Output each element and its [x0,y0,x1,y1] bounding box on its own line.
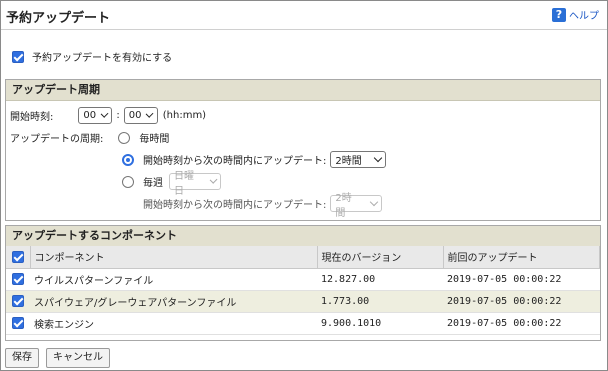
hour-select[interactable]: 00 [78,107,113,124]
components-table: コンポーネント 現在のバージョン 前回のアップデート ウイルスパターンファイル … [6,246,600,335]
weekly-label: 毎週 [143,178,163,189]
help-icon: ? [552,7,566,22]
component-last-update: 2019-07-05 00:00:22 [443,290,600,313]
chevron-down-icon [370,197,379,207]
select-all-checkbox[interactable] [11,250,24,263]
cancel-button[interactable]: キャンセル [46,348,110,368]
scheduled-update-panel: 予約アップデート ? ヘルプ 予約アップデートを有効にする アップデート周期 開… [0,0,608,371]
period-weekly-row: 毎週 日曜日 [122,171,221,197]
period-within-row: 開始時刻から次の時間内にアップデート: 2時間 [122,151,387,168]
within-hours-select[interactable]: 2時間 [330,151,387,168]
column-header-last-update[interactable]: 前回のアップデート [443,246,600,269]
component-version: 9.900.1010 [317,312,443,335]
save-button[interactable]: 保存 [5,348,39,368]
row-checkbox[interactable] [12,295,24,307]
chevron-down-icon [374,153,383,163]
component-version: 1.773.00 [317,290,443,313]
period-hourly-row: アップデートの周期: 毎時間 [10,130,169,145]
component-last-update: 2019-07-05 00:00:22 [443,268,600,291]
row-checkbox-cell [6,290,30,313]
start-time-row: 開始時刻: 00 : 00 (hh:mm) [10,107,206,124]
component-version: 12.827.00 [317,268,443,291]
minute-select[interactable]: 00 [123,107,158,124]
period-label: アップデートの周期: [10,134,104,145]
component-name: スパイウェア/グレーウェアパターンファイル [30,290,317,313]
time-colon: : [116,110,120,121]
components-header: アップデートするコンポーネント [6,226,600,247]
table-header-row: コンポーネント 現在のバージョン 前回のアップデート [6,246,600,269]
radio-within[interactable] [122,153,134,166]
table-row: ウイルスパターンファイル 12.827.00 2019-07-05 00:00:… [6,268,600,291]
hour-value: 00 [83,110,97,121]
weekly-within-label: 開始時刻から次の時間内にアップデート: [143,200,327,211]
radio-hourly[interactable] [118,131,131,144]
minute-value: 00 [128,110,142,121]
within-hours-value: 2時間 [335,156,362,167]
component-name: 検索エンジン [30,312,317,335]
row-checkbox[interactable] [12,273,24,285]
column-header-version[interactable]: 現在のバージョン [317,246,444,269]
component-name: ウイルスパターンファイル [30,268,317,291]
select-all-cell [6,246,31,269]
within-label: 開始時刻から次の時間内にアップデート: [143,156,327,167]
hourly-label: 毎時間 [139,134,170,145]
components-section: アップデートするコンポーネント コンポーネント 現在のバージョン 前回のアップデ… [5,225,601,341]
radio-weekly[interactable] [122,175,134,188]
time-format-hint: (hh:mm) [162,110,207,121]
help-label: ヘルプ [569,11,599,22]
enable-scheduled-update-label: 予約アップデートを有効にする [32,53,173,64]
start-time-label: 開始時刻: [10,112,54,123]
table-row: スパイウェア/グレーウェアパターンファイル 1.773.00 2019-07-0… [6,290,600,313]
row-checkbox-cell [6,312,30,335]
weekly-within-value: 2時間 [335,192,352,219]
weekly-within-select[interactable]: 2時間 [330,193,383,219]
row-checkbox-cell [6,268,30,291]
enable-scheduled-update-checkbox[interactable] [12,50,24,63]
weekly-within-row: 開始時刻から次の時間内にアップデート: 2時間 [143,193,383,219]
weekday-select[interactable]: 日曜日 [169,171,221,197]
chevron-down-icon [209,175,218,185]
chevron-down-icon [100,110,109,118]
table-row: 検索エンジン 9.900.1010 2019-07-05 00:00:22 [6,312,600,335]
enable-scheduled-update-row: 予約アップデートを有効にする [12,49,172,64]
update-schedule-section: アップデート周期 開始時刻: 00 : 00 (hh:mm) アップデートの周期… [5,79,601,221]
help-link[interactable]: ? ヘルプ [552,7,599,22]
title-bar: 予約アップデート ? ヘルプ [1,1,607,30]
component-last-update: 2019-07-05 00:00:22 [443,312,600,335]
row-checkbox[interactable] [12,317,24,329]
column-header-component[interactable]: コンポーネント [30,246,318,269]
page-title: 予約アップデート [6,11,111,26]
weekday-value: 日曜日 [174,170,194,197]
chevron-down-icon [146,110,155,118]
update-schedule-header: アップデート周期 [6,80,600,101]
